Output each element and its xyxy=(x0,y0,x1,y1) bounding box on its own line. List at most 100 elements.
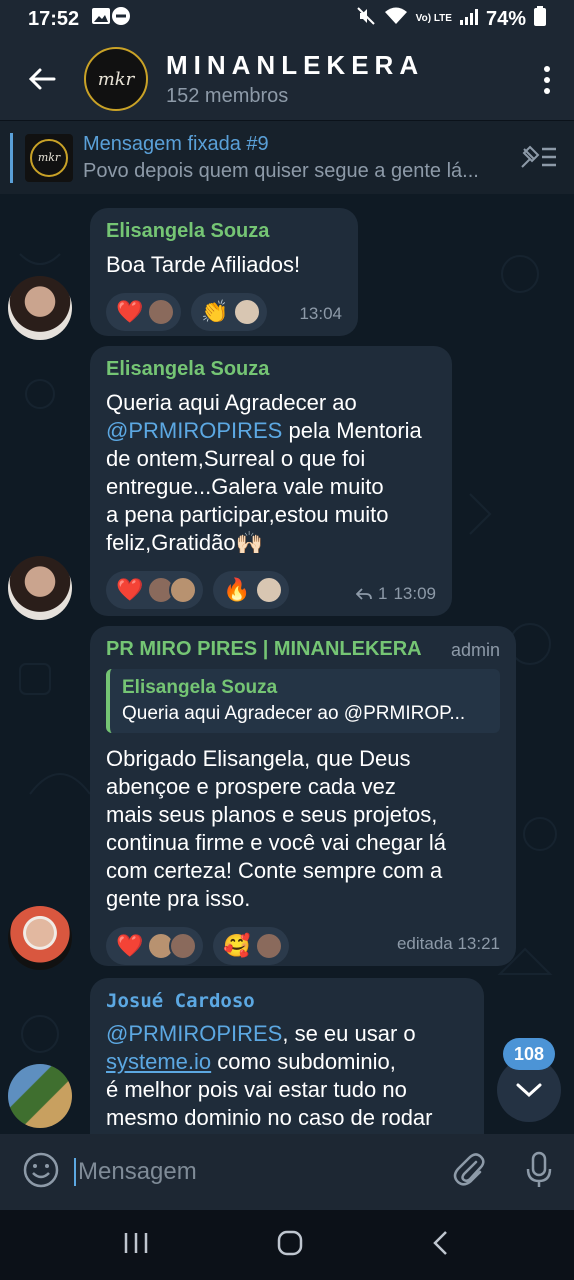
text-line: de ontem,Surreal o que foi xyxy=(106,446,366,471)
sender-name[interactable]: Elisangela Souza xyxy=(106,358,436,381)
text-line: @PRMIROPIRES, se eu usar o xyxy=(106,1020,468,1048)
reply-quote[interactable]: Elisangela Souza Queria aqui Agradecer a… xyxy=(106,669,500,733)
system-back-button[interactable] xyxy=(431,1229,451,1262)
text-line: continua firme e você vai chegar lá xyxy=(106,830,446,855)
home-button[interactable] xyxy=(276,1229,304,1262)
reaction-emoji: ❤️ xyxy=(116,933,144,958)
reaction-clap[interactable]: 👏 xyxy=(191,293,267,331)
quote-text: Queria aqui Agradecer ao @PRMIROP... xyxy=(122,703,466,724)
user-avatar[interactable] xyxy=(8,276,72,340)
message-text: Obrigado Elisangela, que Deus abençoe e … xyxy=(106,745,500,913)
reactor-avatar xyxy=(254,576,283,604)
message-bubble[interactable]: Elisangela Souza Queria aqui Agradecer a… xyxy=(90,346,452,616)
attach-button[interactable] xyxy=(452,1152,486,1193)
admin-avatar[interactable] xyxy=(8,906,72,970)
reactor-avatar xyxy=(169,932,198,960)
text-line: abençoe e prospere cada vez xyxy=(106,774,396,799)
header-title-block[interactable]: MINANLEKERA 152 membros xyxy=(166,50,424,108)
text-line: mesmo dominio no caso de rodar xyxy=(106,1105,433,1130)
message-bubble[interactable]: Josué Cardoso @PRMIROPIRES, se eu usar o… xyxy=(90,978,484,1134)
member-count: 152 membros xyxy=(166,85,289,107)
recents-icon xyxy=(125,1232,148,1253)
text-line: mais seus planos e seus projetos, xyxy=(106,802,438,827)
reaction-heart[interactable]: ❤️ xyxy=(106,927,204,965)
chat-header: mkr MINANLEKERA 152 membros xyxy=(0,38,574,120)
sender-name[interactable]: PR MIRO PIRES | MINANLEKERA xyxy=(106,638,500,661)
sender-name[interactable]: Josué Cardoso xyxy=(106,990,468,1012)
recent-apps-button[interactable] xyxy=(123,1231,149,1260)
voice-button[interactable] xyxy=(526,1151,552,1194)
group-logo-text: mkr xyxy=(97,68,135,90)
reaction-emoji: ❤️ xyxy=(116,577,144,602)
home-icon xyxy=(277,1230,303,1255)
reaction-fire[interactable]: 🔥 xyxy=(213,571,289,609)
time-label: 13:04 xyxy=(299,304,342,323)
group-title: MINANLEKERA xyxy=(166,50,425,80)
mention-link[interactable]: @PRMIROPIRES xyxy=(106,418,282,443)
network-label: Vo) LTE xyxy=(415,13,452,24)
mention-link[interactable]: @PRMIROPIRES xyxy=(106,1021,282,1046)
reaction-emoji: 🔥 xyxy=(223,577,251,602)
system-nav-bar xyxy=(0,1210,574,1280)
reaction-heart[interactable]: ❤️ xyxy=(106,571,204,609)
back-button[interactable] xyxy=(0,38,84,120)
reaction-heart[interactable]: ❤️ xyxy=(106,293,182,331)
text-fragment: , se eu usar o xyxy=(282,1021,416,1046)
unread-count-badge: 108 xyxy=(503,1038,555,1070)
reactor-avatar xyxy=(147,298,176,326)
group-avatar[interactable]: mkr xyxy=(84,47,148,111)
message-bubble[interactable]: PR MIRO PIRES | MINANLEKERA admin Elisan… xyxy=(90,626,516,966)
emoji-icon xyxy=(23,1152,59,1187)
pinned-preview: Povo depois quem quiser segue a gente lá… xyxy=(83,159,479,182)
message-time: editada 13:21 xyxy=(397,934,500,954)
chevron-left-icon xyxy=(432,1230,447,1255)
url-link[interactable]: systeme.io xyxy=(106,1049,211,1074)
message-text: Boa Tarde Afiliados! xyxy=(106,252,301,277)
emoji-button[interactable] xyxy=(22,1151,60,1194)
mute-icon xyxy=(356,6,376,32)
chevron-down-icon xyxy=(516,1083,542,1098)
signal-icon xyxy=(459,8,478,31)
message-list[interactable]: Elisangela Souza Boa Tarde Afiliados! ❤️… xyxy=(0,194,574,1134)
text-line: feliz,Gratidão🙌🏻 xyxy=(106,530,264,555)
reaction-emoji: 👏 xyxy=(201,299,229,324)
battery-icon xyxy=(534,6,546,32)
pinned-message-bar[interactable]: mkr Mensagem fixada #9 Povo depois quem … xyxy=(0,120,574,194)
reaction-emoji: 🥰 xyxy=(223,933,251,958)
text-line: é melhor pois vai estar tudo no xyxy=(106,1077,407,1102)
time-label: 13:09 xyxy=(393,584,436,603)
pinned-thumbnail: mkr xyxy=(25,133,73,182)
text-fragment: pela Mentoria xyxy=(288,418,422,443)
text-line: @PRMIROPIRES pela Mentoria xyxy=(106,417,436,445)
user-avatar[interactable] xyxy=(8,1064,72,1128)
reply-icon xyxy=(355,588,372,600)
unpin-icon[interactable] xyxy=(520,143,558,176)
text-line: com certeza! Conte sempre com a xyxy=(106,858,443,883)
reactor-avatar xyxy=(254,932,283,960)
reaction-emoji: ❤️ xyxy=(116,299,144,324)
back-arrow-icon xyxy=(28,68,56,90)
battery-percent: 74% xyxy=(485,7,526,30)
sender-name[interactable]: Elisangela Souza xyxy=(106,220,342,243)
reaction-love[interactable]: 🥰 xyxy=(213,927,289,965)
reactor-avatar xyxy=(232,298,261,326)
user-avatar[interactable] xyxy=(8,556,72,620)
status-bar: 17:52 Vo) LTE 74% xyxy=(0,0,574,38)
message-text: Queria aqui Agradecer ao @PRMIROPIRES pe… xyxy=(106,389,436,557)
reply-count[interactable]: 1 xyxy=(378,584,387,604)
time-label: editada 13:21 xyxy=(396,934,500,953)
text-line: gente pra isso. xyxy=(106,886,251,911)
message-composer: Mensagem xyxy=(0,1134,574,1210)
quote-sender: Elisangela Souza xyxy=(122,677,278,698)
message-bubble[interactable]: Elisangela Souza Boa Tarde Afiliados! ❤️… xyxy=(90,208,358,336)
text-line: a pena participar,estou muito xyxy=(106,502,389,527)
text-line: Obrigado Elisangela, que Deus xyxy=(106,746,411,771)
message-input[interactable]: Mensagem xyxy=(74,1158,197,1186)
more-options-button[interactable] xyxy=(542,66,552,94)
text-line: entregue...Galera vale muito xyxy=(106,474,384,499)
gallery-icon xyxy=(91,7,111,31)
pinned-logo-text: mkr xyxy=(30,138,68,177)
message-time: 13:04 xyxy=(299,304,342,324)
dnd-icon xyxy=(111,6,131,32)
status-right: Vo) LTE 74% xyxy=(356,6,546,32)
